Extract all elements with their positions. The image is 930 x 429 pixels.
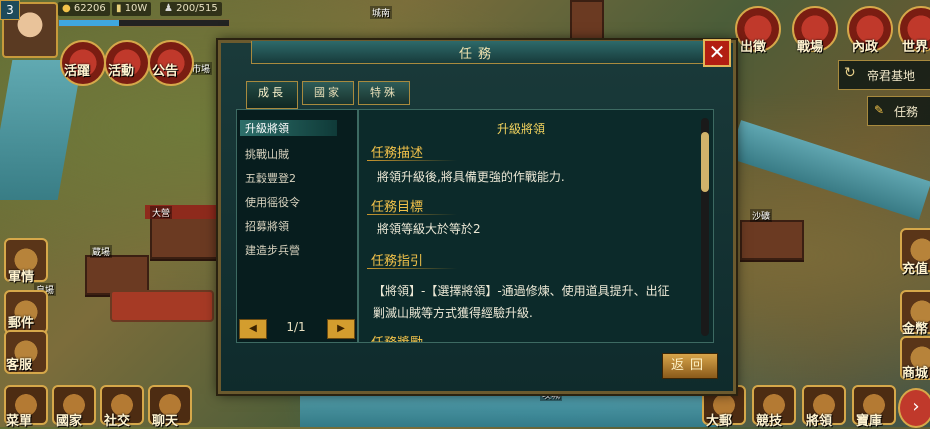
player-level: 3 (0, 0, 20, 20)
detail-scrollbar[interactable] (701, 118, 709, 336)
prev-page-button[interactable]: ◀ (239, 319, 267, 339)
gold-amount: ● 62206 (58, 2, 110, 16)
social-label: 社交 (104, 414, 131, 429)
gold-value: 62206 (73, 3, 106, 14)
food-amount: ▮ 10W (112, 2, 152, 16)
task-shortcut-icon: ✎ (874, 103, 885, 117)
map-label: 蔵場 (90, 245, 113, 258)
quest-detail-title: 升級將領 (496, 122, 545, 136)
event-label: 活動 (108, 64, 135, 79)
dialog-title: 任務 (458, 47, 497, 62)
intel-label: 軍情 (8, 270, 35, 285)
map-label: 大營 (150, 206, 173, 219)
desc-text: 將領升級後,將具備更強的作戰能力. (377, 170, 565, 184)
dialog-titlebar: 任務 (251, 41, 705, 64)
coin-icon: ● (62, 3, 74, 14)
active-label: 活躍 (64, 64, 91, 79)
quest-item[interactable]: 建造步兵營 (245, 242, 300, 258)
tab-nation[interactable]: 國家 (302, 81, 354, 105)
troops-amount: ♟ 200/515 (160, 2, 222, 16)
map-label: 沙礦 (750, 209, 773, 222)
exp-fill (59, 20, 119, 26)
goal-text: 將領等級大於等於2 (377, 222, 481, 236)
march-label: 出徵 (740, 40, 767, 55)
close-button[interactable]: ✕ (703, 39, 731, 67)
menu-label: 菜單 (6, 414, 33, 429)
quest-item[interactable]: 五穀豐登2 (245, 170, 296, 186)
exp-bar (58, 19, 230, 27)
base-panel[interactable]: ↻ 帝君基地 (838, 60, 930, 90)
back-button[interactable]: 返回 (662, 353, 718, 379)
support-label: 客服 (6, 358, 33, 373)
divider (367, 160, 457, 161)
guide-text-line2: 剿滅山賊等方式獲得經驗升級. (373, 306, 533, 320)
quest-item[interactable]: 招募將領 (245, 218, 289, 234)
guide-text-line1: 【將領】-【選擇將領】-通過修煉、使用道具提升、出征 (373, 284, 670, 298)
river (728, 120, 930, 220)
shop-label: 商城 (902, 366, 929, 381)
quest-dialog: 任務 成長 國家 特殊 升級將領 挑戰山賊 五穀豐登2 使用徭役令 招募將領 建… (218, 40, 736, 394)
chevron-right-icon: › (912, 396, 920, 417)
troops-label: 大郵 (706, 414, 733, 429)
quest-item[interactable]: 使用徭役令 (245, 194, 300, 210)
map-building[interactable] (570, 0, 604, 42)
page-indicator: 1/1 (286, 320, 306, 334)
mail-label: 郵件 (8, 316, 35, 331)
nation-label: 國家 (56, 414, 83, 429)
refresh-icon: ↻ (844, 65, 856, 81)
chat-label: 聊天 (152, 414, 179, 429)
tab-special[interactable]: 特殊 (358, 81, 410, 105)
recharge-label: 充值 (902, 262, 929, 277)
troops-value: 200/515 (176, 3, 218, 14)
gold-label: 金幣 (902, 322, 929, 337)
map-building[interactable] (85, 255, 149, 295)
map-label: 城南 (370, 6, 393, 19)
scrollbar-thumb[interactable] (701, 132, 709, 192)
domestic-label: 內政 (852, 40, 879, 55)
guide-header: 任務指引 (371, 254, 424, 269)
divider (367, 268, 457, 269)
map-building[interactable] (150, 215, 224, 259)
close-icon: ✕ (708, 40, 726, 64)
desc-header: 任務描述 (371, 146, 424, 161)
quest-item[interactable]: 升級將領 (240, 120, 337, 136)
notice-label: 公告 (152, 64, 179, 79)
divider (367, 214, 457, 215)
expand-button[interactable]: › (898, 388, 930, 428)
base-label: 帝君基地 (867, 69, 916, 83)
food-value: 10W (124, 3, 148, 14)
food-icon: ▮ (116, 3, 125, 14)
treasury-label: 寶庫 (856, 414, 883, 429)
troops-icon: ♟ (164, 3, 177, 14)
map-building[interactable] (740, 220, 804, 260)
task-shortcut[interactable]: ✎ 任務 (867, 96, 930, 126)
world-label: 世界 (902, 40, 929, 55)
crop-field (110, 290, 214, 322)
tab-growth[interactable]: 成長 (246, 81, 298, 109)
task-shortcut-label: 任務 (894, 105, 919, 119)
battlefield-label: 戰場 (797, 40, 824, 55)
quest-list: 升級將領 挑戰山賊 五穀豐登2 使用徭役令 招募將領 建造步兵營 (236, 109, 358, 343)
quest-pager: ◀ 1/1 ▶ (239, 319, 355, 339)
reward-header: 任務獎勵 (371, 332, 423, 342)
quest-item[interactable]: 挑戰山賊 (245, 146, 289, 162)
generals-label: 將領 (806, 414, 833, 429)
next-page-button[interactable]: ▶ (327, 319, 355, 339)
arena-label: 競技 (756, 414, 783, 429)
quest-detail: 升級將領 任務描述 將領升級後,將具備更強的作戰能力. 任務目標 將領等級大於等… (358, 109, 714, 343)
goal-header: 任務目標 (371, 200, 424, 215)
